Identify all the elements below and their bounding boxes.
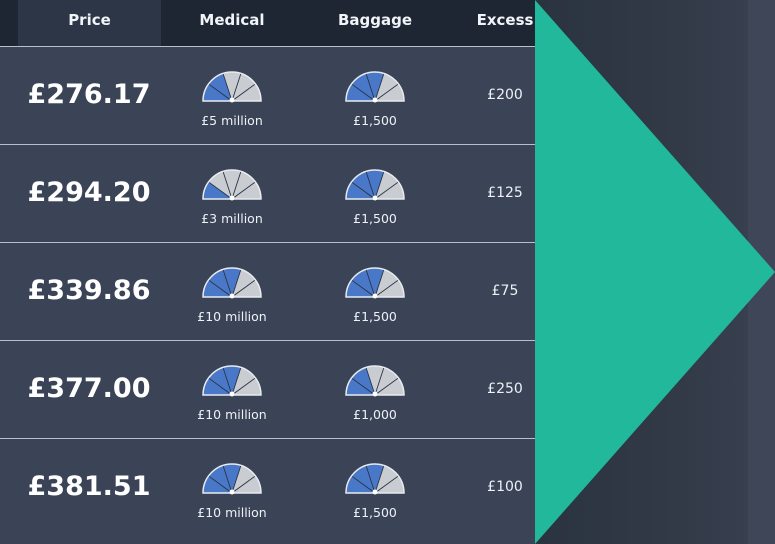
table-header: Price Medical Baggage Excess xyxy=(0,0,535,46)
baggage-cover-value: £1,500 xyxy=(353,505,397,520)
baggage-cover-value: £1,500 xyxy=(353,309,397,324)
gauge-hub xyxy=(372,293,378,299)
column-header-medical[interactable]: Medical xyxy=(162,0,302,46)
gauge-hub xyxy=(229,489,235,495)
gauge-icon xyxy=(201,362,263,398)
medical-cover-value: £3 million xyxy=(201,211,263,226)
gauge-hub xyxy=(372,97,378,103)
baggage-cover-value: £1,000 xyxy=(353,407,397,422)
gauge-icon xyxy=(344,68,406,104)
table-row[interactable]: £381.51 £10 million £1,500 £100 xyxy=(0,438,535,544)
medical-cover-value: £10 million xyxy=(197,505,267,520)
medical-cover-value: £5 million xyxy=(201,113,263,128)
gauge-icon xyxy=(201,264,263,300)
medical-cover-value: £10 million xyxy=(197,407,267,422)
next-arrow-icon[interactable] xyxy=(535,0,775,544)
gauge-hub xyxy=(229,97,235,103)
price-value: £381.51 xyxy=(27,471,151,502)
gauge-icon xyxy=(201,166,263,202)
gauge-icon xyxy=(344,166,406,202)
gauge-hub xyxy=(229,293,235,299)
baggage-cover-value: £1,500 xyxy=(353,113,397,128)
price-value: £377.00 xyxy=(27,373,151,404)
gauge-hub xyxy=(372,391,378,397)
gauge-hub xyxy=(372,489,378,495)
baggage-cover-value: £1,500 xyxy=(353,211,397,226)
gauge-icon xyxy=(201,460,263,496)
column-header-price[interactable]: Price xyxy=(18,0,161,46)
gauge-hub xyxy=(229,391,235,397)
medical-cover-value: £10 million xyxy=(197,309,267,324)
column-header-baggage[interactable]: Baggage xyxy=(305,0,445,46)
gauge-hub xyxy=(229,195,235,201)
price-value: £339.86 xyxy=(27,275,151,306)
price-value: £294.20 xyxy=(27,177,151,208)
table-row[interactable]: £294.20 £3 million £1,500 £125 xyxy=(0,144,535,241)
table-row[interactable]: £339.86 £10 million £1,500 £75 xyxy=(0,242,535,339)
table-row[interactable]: £377.00 £10 million £1,000 £250 xyxy=(0,340,535,437)
price-value: £276.17 xyxy=(27,79,151,110)
gauge-icon xyxy=(201,68,263,104)
gauge-icon xyxy=(344,362,406,398)
table-row[interactable]: £276.17 £5 million £1,500 £200 xyxy=(0,46,535,143)
quotes-table: £276.17 £5 million £1,500 £200 £294.20 £… xyxy=(0,46,535,544)
gauge-icon xyxy=(344,460,406,496)
gauge-icon xyxy=(344,264,406,300)
gauge-hub xyxy=(372,195,378,201)
